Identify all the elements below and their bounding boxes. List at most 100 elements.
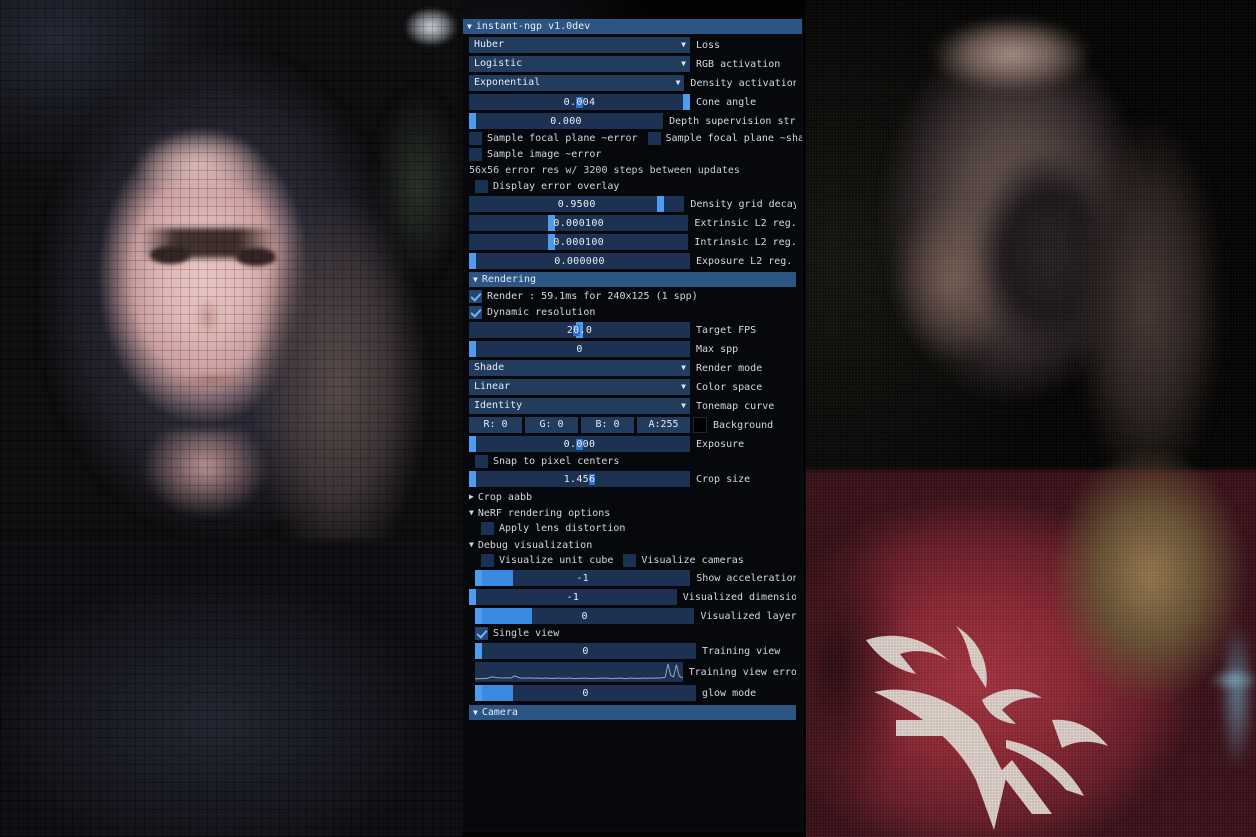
collapse-caret-icon[interactable]: ▼: [469, 541, 474, 549]
chevron-down-icon[interactable]: ▼: [681, 398, 686, 414]
background-b-field[interactable]: B: 0: [581, 417, 634, 433]
training-view-slider[interactable]: 0: [475, 643, 696, 659]
display-error-overlay-checkbox[interactable]: Display error overlay: [475, 180, 619, 193]
row-tonemap-curve: Identity ▼ Tonemap curve: [469, 398, 796, 414]
render-viewport-right[interactable]: [806, 0, 1256, 837]
slider-value: 0.000100: [553, 236, 604, 248]
slider-value: 0: [581, 610, 588, 622]
chevron-down-icon[interactable]: ▼: [681, 56, 686, 72]
loss-value: Huber: [474, 39, 505, 50]
single-view-checkbox[interactable]: Single view: [475, 627, 559, 640]
checkbox-icon[interactable]: [469, 290, 482, 303]
slider-value: -1: [566, 591, 580, 603]
color-space-label: Color space: [696, 381, 763, 393]
checkbox-icon[interactable]: [469, 148, 482, 161]
checkbox-icon[interactable]: [475, 455, 488, 468]
row-render-stats: Render : 59.1ms for 240x125 (1 spp): [469, 290, 796, 303]
checkbox-icon[interactable]: [481, 554, 494, 567]
checkbox-icon[interactable]: [647, 132, 661, 145]
row-snap-to-pixel-centers: Snap to pixel centers: [475, 455, 796, 468]
background-label: Background: [713, 419, 774, 431]
section-header-camera[interactable]: ▼ Camera: [469, 705, 796, 720]
dynamic-resolution-checkbox[interactable]: Dynamic resolution: [469, 306, 595, 319]
snap-to-pixel-centers-checkbox[interactable]: Snap to pixel centers: [475, 455, 619, 468]
visualized-layer-slider[interactable]: 0: [475, 608, 695, 624]
checkbox-icon[interactable]: [469, 306, 482, 319]
expand-caret-icon[interactable]: ▶: [469, 493, 474, 501]
render-viewport-left[interactable]: [0, 0, 462, 837]
depth-supervision-slider[interactable]: 0.000: [469, 113, 664, 129]
extrinsic-l2-slider[interactable]: 0.000100: [469, 215, 689, 231]
training-view-error-plot: [475, 662, 683, 682]
row-show-acceleration: -1 Show acceleration: [475, 570, 796, 586]
checkbox-icon[interactable]: [475, 180, 488, 193]
tree-debug-visualization[interactable]: ▼ Debug visualization: [469, 538, 796, 552]
row-visualized-dimension: -1 Visualized dimension: [469, 589, 796, 605]
show-acceleration-slider[interactable]: -1: [475, 570, 691, 586]
visualize-cameras-checkbox[interactable]: Visualize cameras: [623, 554, 744, 567]
single-view-label: Single view: [493, 628, 560, 639]
target-fps-slider[interactable]: 2 0.0: [469, 322, 690, 338]
sample-focal-plane-sharpness-checkbox[interactable]: Sample focal plane ~sharpness: [647, 132, 802, 145]
glow-mode-label: glow mode: [702, 687, 757, 699]
render-stats-label: Render : 59.1ms for 240x125 (1 spp): [487, 291, 698, 302]
tonemap-curve-combo[interactable]: Identity ▼: [469, 398, 690, 414]
slider-value: 0: [582, 687, 589, 699]
checkbox-icon[interactable]: [481, 522, 494, 535]
collapse-caret-icon[interactable]: ▼: [467, 22, 472, 31]
visualized-dimension-slider[interactable]: -1: [469, 589, 677, 605]
intrinsic-l2-slider[interactable]: 0.000100: [469, 234, 689, 250]
background-color-swatch[interactable]: [693, 417, 707, 433]
cone-angle-slider[interactable]: 0. 0 04: [469, 94, 690, 110]
row-target-fps: 2 0.0 Target FPS: [469, 322, 796, 338]
instant-ngp-control-panel[interactable]: ▼ instant-ngp v1.0dev Huber ▼ Loss Logis…: [462, 18, 803, 832]
loss-combo[interactable]: Huber ▼: [469, 37, 690, 53]
checkbox-icon[interactable]: [475, 627, 488, 640]
collapse-caret-icon[interactable]: ▼: [473, 275, 478, 284]
panel-title-bar[interactable]: ▼ instant-ngp v1.0dev: [463, 19, 802, 34]
chevron-down-icon[interactable]: ▼: [681, 379, 686, 395]
row-apply-lens-distortion: Apply lens distortion: [481, 522, 796, 535]
row-dynamic-resolution: Dynamic resolution: [469, 306, 796, 319]
density-activation-combo[interactable]: Exponential ▼: [469, 75, 685, 91]
exposure-l2-label: Exposure L2 reg.: [696, 255, 793, 267]
visualize-unit-cube-checkbox[interactable]: Visualize unit cube: [481, 554, 613, 567]
render-mode-combo[interactable]: Shade ▼: [469, 360, 690, 376]
section-header-rendering[interactable]: ▼ Rendering: [469, 272, 796, 287]
apply-lens-distortion-checkbox[interactable]: Apply lens distortion: [481, 522, 625, 535]
chevron-down-icon[interactable]: ▼: [676, 75, 681, 91]
tree-nerf-rendering-options[interactable]: ▼ NeRF rendering options: [469, 506, 796, 520]
collapse-caret-icon[interactable]: ▼: [473, 708, 478, 717]
color-space-combo[interactable]: Linear ▼: [469, 379, 690, 395]
sample-focal-plane-error-checkbox[interactable]: Sample focal plane ~error: [469, 132, 638, 145]
exposure-l2-slider[interactable]: 0.000000: [469, 253, 690, 269]
sample-focal-plane-error-label: Sample focal plane ~error: [487, 133, 638, 144]
density-grid-decay-slider[interactable]: 0.9500: [469, 196, 685, 212]
glow-mode-slider[interactable]: 0: [475, 685, 696, 701]
render-shoulders: [0, 540, 462, 837]
sample-image-error-checkbox[interactable]: Sample image ~error: [469, 148, 601, 161]
chevron-down-icon[interactable]: ▼: [681, 360, 686, 376]
background-g-field[interactable]: G: 0: [525, 417, 578, 433]
exposure-slider[interactable]: 0. 0 00: [469, 436, 690, 452]
crop-size-slider[interactable]: 1.45 6: [469, 471, 690, 487]
checkbox-icon[interactable]: [623, 554, 637, 567]
row-loss: Huber ▼ Loss: [469, 37, 796, 53]
target-fps-label: Target FPS: [696, 324, 757, 336]
checkbox-icon[interactable]: [469, 132, 482, 145]
row-display-error-overlay: Display error overlay: [475, 180, 796, 193]
background-a-field[interactable]: A:255: [637, 417, 690, 433]
rgb-activation-combo[interactable]: Logistic ▼: [469, 56, 690, 72]
row-color-space: Linear ▼ Color space: [469, 379, 796, 395]
slider-value: -1: [576, 572, 589, 584]
density-activation-label: Density activation: [690, 77, 796, 89]
render-checkbox[interactable]: Render : 59.1ms for 240x125 (1 spp): [469, 290, 698, 303]
render-mouth: [172, 370, 252, 390]
error-plot-line: [475, 663, 683, 680]
background-color-channels[interactable]: R: 0 G: 0 B: 0 A:255: [469, 417, 690, 433]
background-r-field[interactable]: R: 0: [469, 417, 522, 433]
chevron-down-icon[interactable]: ▼: [681, 37, 686, 53]
max-spp-slider[interactable]: 0: [469, 341, 690, 357]
collapse-caret-icon[interactable]: ▼: [469, 509, 474, 517]
tree-crop-aabb[interactable]: ▶ Crop aabb: [469, 490, 796, 504]
